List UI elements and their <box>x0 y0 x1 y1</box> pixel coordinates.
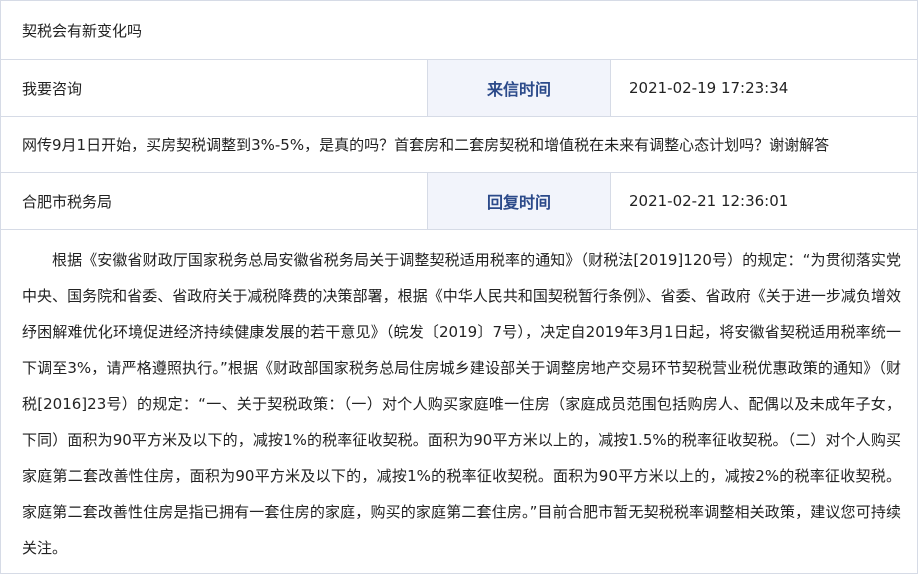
inquiry-content: 网传9月1日开始，买房契税调整到3%-5%，是真的吗？首套房和二套房契税和增值税… <box>22 136 830 154</box>
inquiry-content-row: 网传9月1日开始，买房契税调整到3%-5%，是真的吗？首套房和二套房契税和增值税… <box>1 117 917 173</box>
responder-name: 合肥市税务局 <box>22 192 113 211</box>
reply-time-label: 回复时间 <box>427 173 611 229</box>
reply-meta-row: 合肥市税务局 回复时间 2021-02-21 12:36:01 <box>1 173 917 230</box>
reply-content-row: 根据《安徽省财政厅国家税务总局安徽省税务局关于调整契税适用税率的通知》（财税法[… <box>1 230 917 575</box>
title-row: 契税会有新变化吗 <box>1 1 917 60</box>
inquiry-time-value: 2021-02-19 17:23:34 <box>629 79 789 97</box>
reply-content: 根据《安徽省财政厅国家税务总局安徽省税务局关于调整契税适用税率的通知》（财税法[… <box>22 251 901 557</box>
consultation-table: 契税会有新变化吗 我要咨询 来信时间 2021-02-19 17:23:34 网… <box>0 0 918 574</box>
asker-name: 我要咨询 <box>22 79 83 98</box>
inquiry-time-label: 来信时间 <box>427 60 611 116</box>
consultation-title: 契税会有新变化吗 <box>22 21 143 40</box>
inquiry-meta-row: 我要咨询 来信时间 2021-02-19 17:23:34 <box>1 60 917 117</box>
reply-time-value: 2021-02-21 12:36:01 <box>629 192 789 210</box>
